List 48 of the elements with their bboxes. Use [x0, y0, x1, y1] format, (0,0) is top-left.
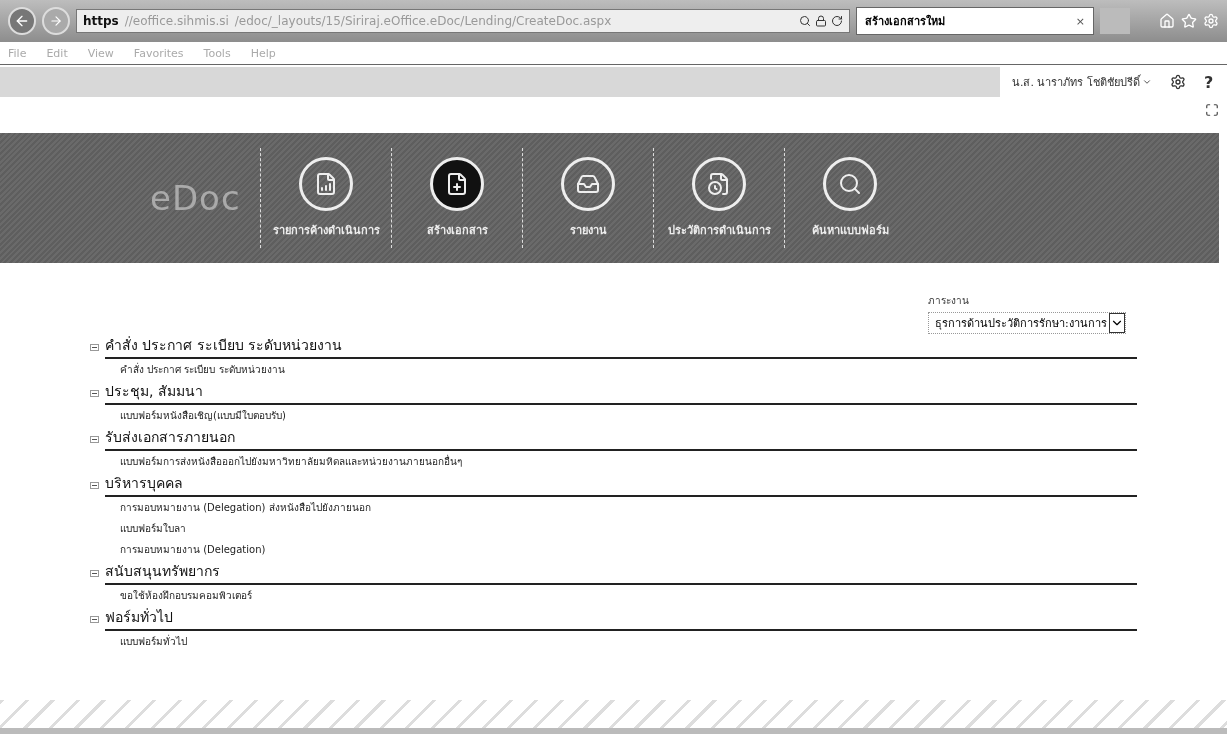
- section-title: บริหารบุคคล: [105, 472, 1137, 497]
- form-link[interactable]: การมอบหมายงาน (Delegation) ส่งหนังสือไปยังภายนอก: [90, 497, 371, 518]
- caret-icon: [1142, 77, 1152, 87]
- search-icon[interactable]: [799, 15, 811, 27]
- help-button[interactable]: ?: [1204, 72, 1214, 92]
- collapse-icon[interactable]: [90, 344, 99, 351]
- settings-icon[interactable]: [1170, 74, 1186, 90]
- section-title: ฟอร์มทั่วไป: [105, 606, 1137, 631]
- form-link[interactable]: แบบฟอร์มใบลา: [90, 518, 186, 539]
- form-link[interactable]: แบบฟอร์มหนังสือเชิญ(แบบมีใบตอบรับ): [90, 405, 286, 426]
- nav-icon: [692, 157, 746, 211]
- collapse-icon[interactable]: [90, 616, 99, 623]
- edoc-logo: eDoc: [150, 178, 242, 218]
- home-icon[interactable]: [1159, 13, 1175, 29]
- collapse-icon[interactable]: [90, 390, 99, 397]
- nav-icon: [430, 157, 484, 211]
- collapse-icon[interactable]: [90, 436, 99, 443]
- form-link[interactable]: การมอบหมายงาน (Delegation): [90, 539, 266, 560]
- close-tab-button[interactable]: ×: [1075, 14, 1085, 28]
- nav-item[interactable]: รายงาน: [522, 148, 653, 248]
- workload-label: ภาระงาน: [928, 294, 969, 308]
- user-menu[interactable]: น.ส. นาราภัทร โชติชัยปรีดิ์: [1012, 73, 1152, 91]
- nav-icon: [561, 157, 615, 211]
- nav-item[interactable]: สร้างเอกสาร: [391, 148, 522, 248]
- section-title: สนับสนุนทรัพยากร: [105, 560, 1137, 585]
- section-title: รับส่งเอกสารภายนอก: [105, 426, 1137, 451]
- nav-icon: [823, 157, 877, 211]
- browser-tab[interactable]: สร้างเอกสารใหม่ ×: [856, 7, 1094, 35]
- nav-item[interactable]: ค้นหาแบบฟอร์ม: [784, 148, 915, 248]
- form-link[interactable]: คำสั่ง ประกาศ ระเบียบ ระดับหน่วยงาน: [90, 359, 285, 380]
- workload-select[interactable]: ธุรการด้านประวัติการรักษา:งานการ: [928, 312, 1126, 334]
- section-title: คำสั่ง ประกาศ ระเบียบ ระดับหน่วยงาน: [105, 334, 1137, 359]
- lock-icon: [815, 15, 827, 27]
- section-title: ประชุม, สัมมนา: [105, 380, 1137, 405]
- focus-icon[interactable]: [1205, 103, 1219, 117]
- arrow-right-icon: [49, 14, 63, 28]
- form-link[interactable]: แบบฟอร์มการส่งหนังสือออกไปยังมหาวิทยาลัยมหิดลและหน่วยงานภายนอกอื่นๆ: [90, 451, 462, 472]
- refresh-icon[interactable]: [831, 15, 843, 27]
- collapse-icon[interactable]: [90, 570, 99, 577]
- form-link[interactable]: ขอใช้ห้องฝึกอบรมคอมพิวเตอร์: [90, 585, 252, 606]
- nav-item[interactable]: ประวัติการดำเนินการ: [653, 148, 784, 248]
- favorites-icon[interactable]: [1181, 13, 1197, 29]
- form-link[interactable]: แบบฟอร์มทั่วไป: [90, 631, 187, 652]
- back-button[interactable]: [8, 7, 36, 35]
- address-bar[interactable]: https //eoffice.sihmis.si /edoc/_layouts/15/Siriraj.eOffice.eDoc/Lending/CreateDoc.aspx: [76, 9, 850, 33]
- nav-icon: [299, 157, 353, 211]
- collapse-icon[interactable]: [90, 482, 99, 489]
- nav-item[interactable]: รายการค้างดำเนินการ: [260, 148, 391, 248]
